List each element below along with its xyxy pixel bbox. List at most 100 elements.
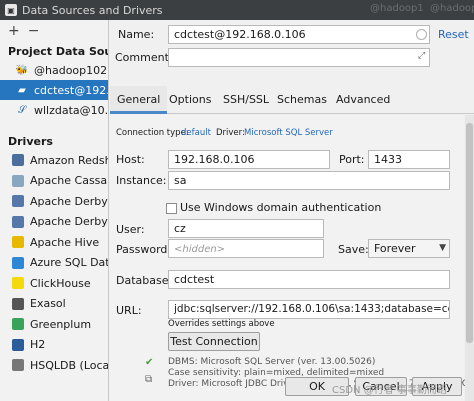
datasource-label: @hadoop102 bbox=[34, 63, 108, 77]
password-field[interactable]: <hidden> bbox=[168, 239, 324, 258]
background-window-text: @hadoop10 bbox=[430, 3, 474, 14]
driver-label: Greenplum bbox=[30, 317, 92, 331]
windows-auth-label: Use Windows domain authentication bbox=[180, 201, 382, 214]
name-field-circle-icon bbox=[416, 29, 427, 40]
driver-label: Apache Cassandra bbox=[30, 174, 108, 188]
driver-label: Apache Derby (E bbox=[30, 194, 108, 208]
right-pane: Name: cdctest@192.168.0.106 Reset Commen… bbox=[110, 20, 474, 401]
port-field[interactable]: 1433 bbox=[368, 150, 450, 169]
comment-label: Comment: bbox=[115, 51, 173, 64]
instance-label: Instance: bbox=[116, 174, 167, 187]
save-dropdown[interactable]: Forever ▼ bbox=[368, 239, 450, 258]
azure-icon bbox=[12, 256, 24, 269]
app-icon: ▣ bbox=[5, 4, 17, 16]
windows-auth-checkbox[interactable] bbox=[166, 203, 177, 214]
hive-icon: 🐝 bbox=[15, 64, 29, 76]
driver-item[interactable]: Exasol bbox=[0, 294, 108, 315]
connection-type-link[interactable]: default bbox=[181, 128, 211, 138]
reset-link[interactable]: Reset bbox=[438, 28, 469, 41]
datasource-item[interactable]: 🐝 @hadoop102 bbox=[0, 60, 108, 80]
driver-item[interactable]: Greenplum bbox=[0, 314, 108, 335]
host-label: Host: bbox=[116, 153, 145, 166]
derby-icon bbox=[12, 215, 24, 228]
derby-icon bbox=[12, 195, 24, 208]
port-label: Port: bbox=[339, 153, 365, 166]
driver-item[interactable]: Azure SQL Datab bbox=[0, 253, 108, 274]
user-field[interactable]: cz bbox=[168, 219, 324, 238]
driver-item[interactable]: Apache Derby (R bbox=[0, 212, 108, 233]
driver-label: Exasol bbox=[30, 297, 66, 311]
database-field[interactable]: cdctest bbox=[168, 270, 450, 289]
connection-type-label: Connection type: bbox=[116, 128, 189, 138]
driver-item[interactable]: Apache Hive bbox=[0, 232, 108, 253]
tab-bar: General Options SSH/SSL Schemas Advanced bbox=[110, 86, 474, 114]
left-pane: + − Project Data Sources 🐝 @hadoop102 ▰ … bbox=[0, 20, 109, 401]
tab-schemas[interactable]: Schemas bbox=[270, 86, 334, 114]
general-tab-content: Connection type: default Driver: Microso… bbox=[110, 115, 474, 401]
tab-options[interactable]: Options bbox=[162, 86, 218, 114]
driver-item[interactable]: ClickHouse bbox=[0, 273, 108, 294]
password-label: Password: bbox=[116, 243, 172, 256]
content-scrollbar[interactable] bbox=[465, 115, 474, 401]
host-field[interactable]: 192.168.0.106 bbox=[168, 150, 330, 169]
datasource-item-selected[interactable]: ▰ cdctest@192.168.0.106 bbox=[0, 80, 108, 100]
redshift-icon bbox=[12, 154, 24, 167]
mysql-icon: 𝒮 bbox=[18, 104, 26, 116]
driver-item[interactable]: Amazon Redshift bbox=[0, 150, 108, 171]
url-field[interactable]: jdbc:sqlserver://192.168.0.106\sa:1433;d… bbox=[168, 300, 450, 319]
driver-item[interactable]: Apache Cassandra bbox=[0, 171, 108, 192]
tab-ssh-ssl[interactable]: SSH/SSL bbox=[216, 86, 276, 114]
datasource-label: cdctest@192.168.0.106 bbox=[34, 83, 109, 97]
driver-label: Driver: bbox=[216, 128, 245, 138]
title-bar: ▣ Data Sources and Drivers @hadoop1 @had… bbox=[0, 0, 474, 20]
status-case-sensitivity: Case sensitivity: plain=mixed, delimited… bbox=[168, 368, 385, 378]
driver-item[interactable]: HSQLDB (Local) bbox=[0, 355, 108, 376]
window-title: Data Sources and Drivers bbox=[22, 3, 163, 17]
password-placeholder: <hidden> bbox=[174, 244, 226, 255]
driver-label: ClickHouse bbox=[30, 276, 91, 290]
driver-label: Apache Derby (R bbox=[30, 215, 108, 229]
copy-icon[interactable]: ⧉ bbox=[145, 374, 152, 385]
scrollbar-thumb[interactable] bbox=[466, 123, 473, 343]
status-dbms: DBMS: Microsoft SQL Server (ver. 13.00.5… bbox=[168, 357, 376, 367]
test-connection-button[interactable]: Test Connection bbox=[168, 332, 260, 351]
datasource-label: wllzdata@10.1.2 bbox=[34, 103, 109, 117]
expand-icon[interactable]: ⤢ bbox=[418, 51, 425, 61]
drivers-header: Drivers bbox=[8, 135, 53, 148]
driver-link[interactable]: Microsoft SQL Server bbox=[244, 128, 333, 138]
greenplum-icon bbox=[12, 318, 24, 331]
background-window-text: @hadoop1 bbox=[370, 3, 424, 14]
user-label: User: bbox=[116, 223, 145, 236]
hive-icon bbox=[12, 236, 24, 249]
project-data-sources-header: Project Data Sources bbox=[8, 45, 108, 58]
left-toolbar: + − bbox=[0, 20, 108, 42]
driver-label: HSQLDB (Local) bbox=[30, 358, 109, 372]
save-label: Save: bbox=[338, 243, 369, 256]
name-field[interactable]: cdctest@192.168.0.106 bbox=[168, 25, 430, 44]
driver-label: Azure SQL Datab bbox=[30, 256, 108, 270]
driver-label: Amazon Redshift bbox=[30, 153, 108, 167]
watermark: CSDN @行者·事事勤而蹈 bbox=[332, 385, 447, 396]
comment-field[interactable] bbox=[168, 48, 430, 67]
tab-general[interactable]: General bbox=[110, 86, 168, 114]
instance-field[interactable]: sa bbox=[168, 171, 450, 190]
save-dropdown-value: Forever bbox=[374, 242, 416, 255]
tab-advanced[interactable]: Advanced bbox=[329, 86, 397, 114]
exasol-icon bbox=[12, 297, 24, 310]
remove-icon[interactable]: − bbox=[28, 24, 40, 38]
driver-label: H2 bbox=[30, 338, 46, 352]
url-label: URL: bbox=[116, 304, 142, 317]
database-label: Database: bbox=[116, 274, 173, 287]
check-icon: ✔ bbox=[145, 357, 154, 368]
cassandra-icon bbox=[12, 174, 24, 187]
clickhouse-icon bbox=[12, 277, 24, 290]
driver-item[interactable]: H2 bbox=[0, 335, 108, 356]
name-label: Name: bbox=[118, 28, 155, 41]
chevron-down-icon: ▼ bbox=[439, 243, 446, 253]
h2-icon bbox=[12, 338, 24, 351]
datasource-item[interactable]: 𝒮 wllzdata@10.1.2 bbox=[0, 100, 108, 120]
driver-item[interactable]: Apache Derby (E bbox=[0, 191, 108, 212]
overrides-note: Overrides settings above bbox=[168, 319, 275, 329]
driver-label: Apache Hive bbox=[30, 235, 100, 249]
add-icon[interactable]: + bbox=[8, 24, 20, 38]
